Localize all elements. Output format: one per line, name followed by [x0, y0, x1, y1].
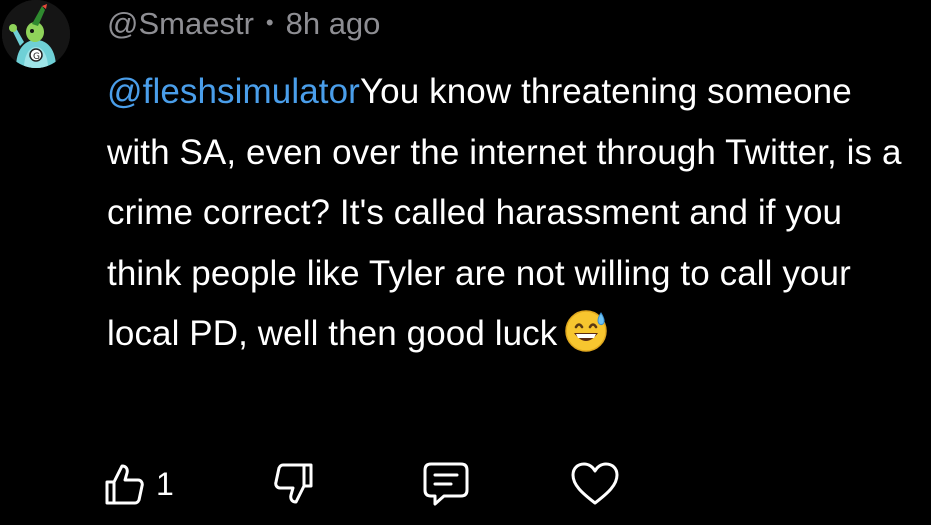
separator-dot: • [265, 10, 274, 35]
dislike-button[interactable] [274, 458, 314, 510]
comment-card: G @Smaestr • 8h ago @fleshsimulatorYou k… [0, 0, 931, 525]
grinning-face-with-sweat-emoji [565, 310, 608, 352]
timestamp: 8h ago [285, 6, 381, 41]
heart-icon [571, 462, 619, 505]
avatar-image-icon: G [2, 0, 70, 68]
comment-text: You know threatening someone with SA, ev… [107, 72, 902, 353]
like-count: 1 [156, 465, 174, 502]
like-button[interactable]: 1 [104, 458, 174, 510]
thumbs-down-icon [274, 463, 313, 504]
comment-header: @Smaestr • 8h ago [107, 4, 380, 44]
comment-body: @fleshsimulatorYou know threatening some… [107, 62, 917, 365]
favorite-button[interactable] [570, 458, 620, 510]
mention-link[interactable]: @fleshsimulator [107, 72, 360, 111]
comment-bubble-icon [423, 462, 469, 506]
thumbs-up-icon [105, 464, 144, 505]
username[interactable]: @Smaestr [107, 6, 254, 42]
reply-button[interactable] [422, 458, 470, 510]
action-bar: 1 [104, 458, 664, 510]
avatar[interactable]: G [2, 0, 70, 68]
svg-text:G: G [33, 52, 40, 62]
